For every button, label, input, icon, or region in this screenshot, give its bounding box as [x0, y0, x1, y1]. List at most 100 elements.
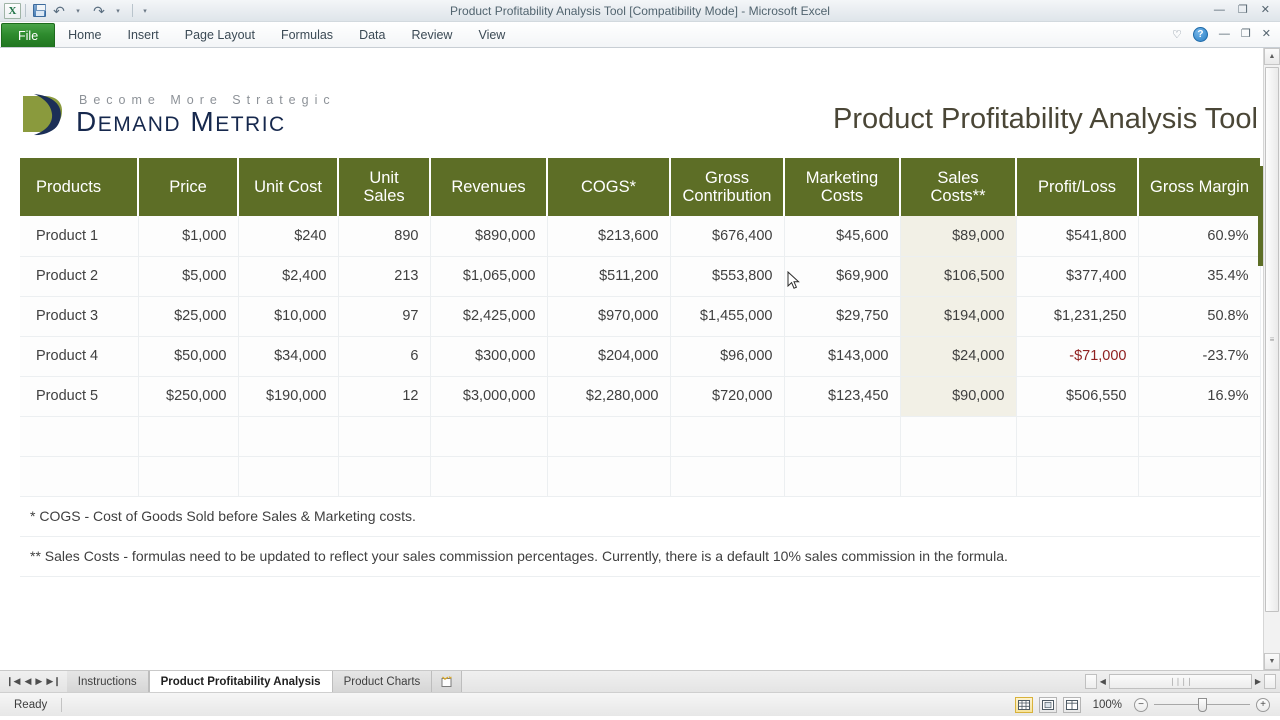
- cell-marketing-costs[interactable]: $69,900: [784, 256, 901, 297]
- page-layout-view-button[interactable]: [1038, 696, 1057, 713]
- scroll-down-button[interactable]: ▼: [1264, 653, 1280, 670]
- cell-revenues[interactable]: $300,000: [430, 336, 548, 377]
- cell-empty[interactable]: [338, 456, 431, 497]
- zoom-out-button[interactable]: −: [1134, 697, 1148, 712]
- cell-profit-loss[interactable]: $377,400: [1016, 256, 1139, 297]
- cell-empty[interactable]: [900, 416, 1017, 457]
- cell-marketing-costs[interactable]: $45,600: [784, 216, 901, 257]
- cell-price[interactable]: $5,000: [138, 256, 239, 297]
- header-unit-sales[interactable]: Unit Sales: [338, 158, 431, 216]
- header-price[interactable]: Price: [138, 158, 239, 216]
- cell-gross-contribution[interactable]: $1,455,000: [670, 296, 785, 337]
- cell-empty[interactable]: [20, 416, 139, 457]
- scroll-right-button[interactable]: ▶: [1252, 677, 1264, 686]
- page-break-view-button[interactable]: [1062, 696, 1081, 713]
- header-revenues[interactable]: Revenues: [430, 158, 548, 216]
- zoom-slider[interactable]: [1154, 697, 1250, 712]
- cell-empty[interactable]: [138, 416, 239, 457]
- cell-sales-costs[interactable]: $194,000: [900, 296, 1017, 337]
- last-sheet-button[interactable]: ▶❙: [46, 676, 60, 687]
- cell-gross-margin[interactable]: 50.8%: [1138, 296, 1261, 337]
- first-sheet-button[interactable]: ❙◀: [6, 676, 20, 687]
- cell-unit-sales[interactable]: 213: [338, 256, 431, 297]
- cell-product[interactable]: Product 1: [20, 216, 139, 257]
- sheet-tab-product-profitability-analysis[interactable]: Product Profitability Analysis: [148, 671, 333, 692]
- previous-sheet-button[interactable]: ◀: [24, 676, 31, 687]
- cell-sales-costs[interactable]: $89,000: [900, 216, 1017, 257]
- horizontal-scrollbar[interactable]: ◀ ❘❘❘❘ ▶: [1084, 671, 1280, 692]
- cell-marketing-costs[interactable]: $29,750: [784, 296, 901, 337]
- cell-cogs[interactable]: $511,200: [547, 256, 671, 297]
- scroll-up-button[interactable]: ▲: [1264, 48, 1280, 65]
- horizontal-scroll-thumb[interactable]: ❘❘❘❘: [1108, 674, 1252, 689]
- cell-unit-sales[interactable]: 6: [338, 336, 431, 377]
- cell-profit-loss[interactable]: $1,231,250: [1016, 296, 1139, 337]
- table-row[interactable]: Product 5 $250,000 $190,000 12 $3,000,00…: [20, 376, 1261, 417]
- redo-button[interactable]: ↷: [90, 2, 108, 20]
- cell-revenues[interactable]: $2,425,000: [430, 296, 548, 337]
- cell-product[interactable]: Product 3: [20, 296, 139, 337]
- header-marketing-costs[interactable]: Marketing Costs: [784, 158, 901, 216]
- cell-unit-cost[interactable]: $190,000: [238, 376, 339, 417]
- cell-empty[interactable]: [338, 416, 431, 457]
- table-row[interactable]: Product 2 $5,000 $2,400 213 $1,065,000 $…: [20, 256, 1261, 297]
- table-row[interactable]: Product 4 $50,000 $34,000 6 $300,000 $20…: [20, 336, 1261, 377]
- undo-button[interactable]: ↶: [50, 2, 68, 20]
- zoom-in-button[interactable]: +: [1256, 697, 1270, 712]
- cell-unit-sales[interactable]: 97: [338, 296, 431, 337]
- cell-empty[interactable]: [670, 416, 785, 457]
- close-window-button[interactable]: ✕: [1261, 5, 1270, 16]
- vertical-scroll-thumb[interactable]: ≡: [1265, 67, 1279, 612]
- minimize-ribbon-button[interactable]: —: [1219, 29, 1230, 40]
- tab-split-handle[interactable]: [1084, 674, 1097, 689]
- cell-marketing-costs[interactable]: $143,000: [784, 336, 901, 377]
- cell-gross-margin[interactable]: 35.4%: [1138, 256, 1261, 297]
- cell-profit-loss[interactable]: $541,800: [1016, 216, 1139, 257]
- favorite-icon[interactable]: ♡: [1172, 28, 1182, 41]
- cell-cogs[interactable]: $2,280,000: [547, 376, 671, 417]
- table-row-empty[interactable]: [20, 456, 1261, 497]
- cell-empty[interactable]: [430, 416, 548, 457]
- cell-sales-costs[interactable]: $90,000: [900, 376, 1017, 417]
- cell-empty[interactable]: [20, 456, 139, 497]
- cell-marketing-costs[interactable]: $123,450: [784, 376, 901, 417]
- cell-gross-contribution[interactable]: $96,000: [670, 336, 785, 377]
- cell-gross-contribution[interactable]: $676,400: [670, 216, 785, 257]
- tab-view[interactable]: View: [465, 22, 518, 47]
- normal-view-button[interactable]: [1014, 696, 1033, 713]
- cell-empty[interactable]: [1138, 416, 1261, 457]
- vertical-scrollbar[interactable]: ▲ ≡ ▼: [1263, 48, 1280, 670]
- minimize-window-button[interactable]: —: [1214, 5, 1225, 16]
- zoom-slider-thumb[interactable]: [1198, 697, 1207, 712]
- cell-unit-cost[interactable]: $10,000: [238, 296, 339, 337]
- header-gross-margin[interactable]: Gross Margin: [1138, 158, 1260, 216]
- header-gross-contribution[interactable]: Gross Contribution: [670, 158, 785, 216]
- cell-price[interactable]: $1,000: [138, 216, 239, 257]
- cell-unit-cost[interactable]: $240: [238, 216, 339, 257]
- vertical-scroll-track[interactable]: ≡: [1264, 65, 1280, 653]
- cell-price[interactable]: $25,000: [138, 296, 239, 337]
- cell-sales-costs[interactable]: $24,000: [900, 336, 1017, 377]
- undo-dropdown[interactable]: ▾: [70, 2, 88, 20]
- cell-cogs[interactable]: $204,000: [547, 336, 671, 377]
- save-button[interactable]: [30, 2, 48, 20]
- cell-revenues[interactable]: $1,065,000: [430, 256, 548, 297]
- cell-gross-margin[interactable]: 16.9%: [1138, 376, 1261, 417]
- cell-price[interactable]: $50,000: [138, 336, 239, 377]
- tab-page-layout[interactable]: Page Layout: [172, 22, 268, 47]
- cell-empty[interactable]: [900, 456, 1017, 497]
- sheet-tab-instructions[interactable]: Instructions: [66, 671, 149, 692]
- tab-home[interactable]: Home: [55, 22, 114, 47]
- worksheet-area[interactable]: Become More Strategic DEMAND METRIC Prod…: [0, 48, 1280, 670]
- tab-formulas[interactable]: Formulas: [268, 22, 346, 47]
- cell-empty[interactable]: [784, 416, 901, 457]
- cell-empty[interactable]: [784, 456, 901, 497]
- sheet-tab-product-charts[interactable]: Product Charts: [332, 671, 433, 692]
- tab-review[interactable]: Review: [398, 22, 465, 47]
- tab-insert[interactable]: Insert: [115, 22, 172, 47]
- redo-dropdown[interactable]: ▾: [110, 2, 128, 20]
- cell-gross-margin[interactable]: -23.7%: [1138, 336, 1261, 377]
- cell-price[interactable]: $250,000: [138, 376, 239, 417]
- cell-unit-cost[interactable]: $34,000: [238, 336, 339, 377]
- cell-sales-costs[interactable]: $106,500: [900, 256, 1017, 297]
